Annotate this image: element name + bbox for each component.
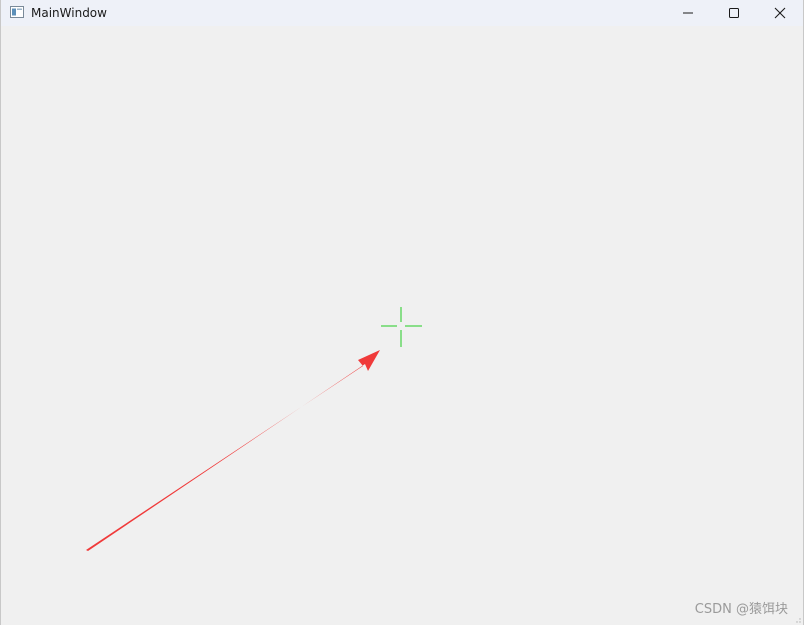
drawing-canvas[interactable] — [1, 26, 803, 625]
minimize-button[interactable] — [665, 0, 711, 26]
arrow-icon — [86, 350, 380, 551]
minimize-icon — [683, 12, 693, 14]
resize-grip-icon[interactable] — [793, 615, 801, 623]
maximize-icon — [729, 8, 739, 18]
watermark: CSDN @猿饵块 — [694, 602, 788, 617]
main-window: MainWindow CSDN @猿饵块 — [0, 0, 804, 625]
crosshair-icon — [381, 307, 422, 347]
client-area[interactable]: CSDN @猿饵块 — [1, 26, 803, 625]
app-icon — [10, 6, 24, 18]
maximize-button[interactable] — [711, 0, 757, 26]
close-button[interactable] — [757, 0, 803, 26]
close-icon — [774, 7, 786, 19]
window-title: MainWindow — [31, 6, 107, 20]
title-bar[interactable]: MainWindow — [1, 0, 803, 26]
